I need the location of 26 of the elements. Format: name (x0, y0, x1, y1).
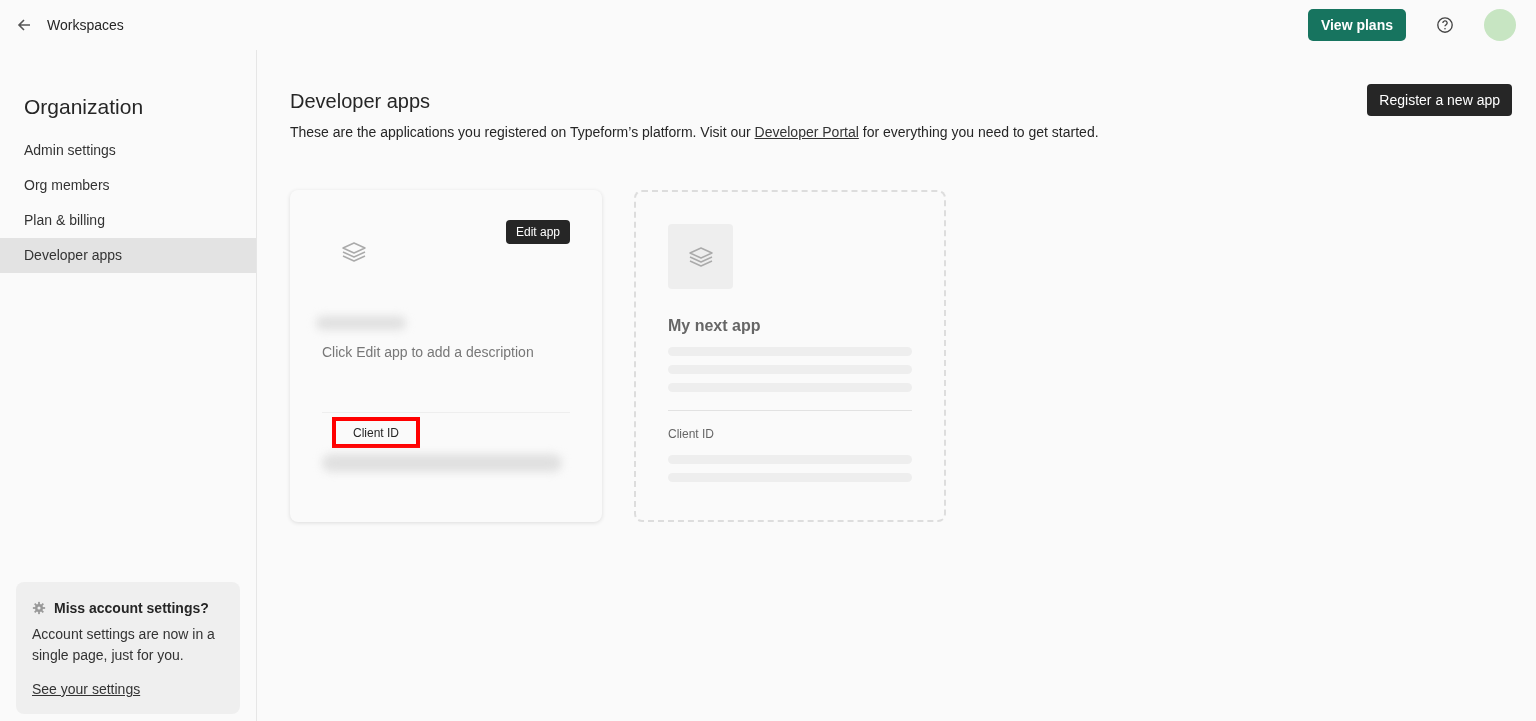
page-title: Developer apps (290, 89, 431, 113)
view-plans-button[interactable]: View plans (1307, 9, 1406, 41)
app-description: Click Edit app to add a description (322, 344, 535, 360)
sidebar-item[interactable]: Admin settings (0, 133, 256, 168)
layers-icon (340, 240, 368, 264)
help-icon[interactable] (1436, 16, 1454, 34)
sidebar-item[interactable]: Plan & billing (0, 203, 256, 238)
new-app-placeholder[interactable]: My next app Client ID (634, 190, 946, 522)
placeholder-app-name: My next app (668, 317, 762, 335)
client-id-label: Client ID (668, 427, 715, 441)
client-id-label: Client ID (332, 417, 420, 448)
developer-portal-link[interactable]: Developer Portal (754, 124, 859, 140)
edit-app-button[interactable]: Edit app (505, 220, 570, 244)
intro-text: These are the applications you registered on Typeform’s platform. Visit our Developer Portal for everything you need to get started. (290, 124, 1100, 140)
register-app-button[interactable]: Register a new app (1367, 84, 1512, 116)
app-card[interactable]: Edit app Click Edit app to add a description Client ID (290, 190, 602, 522)
notice-title: Miss account settings? (54, 600, 209, 616)
notice-text: Account settings are now in a single page, just for you. (32, 625, 216, 665)
settings-link[interactable]: See your settings (32, 681, 141, 697)
sidebar-title: Organization (24, 95, 145, 119)
back-arrow-icon[interactable] (16, 17, 32, 33)
layers-icon (686, 244, 715, 269)
back-link[interactable]: Workspaces (47, 17, 124, 33)
gear-icon (32, 601, 46, 615)
sidebar-item[interactable]: Developer apps (0, 238, 256, 273)
sidebar-item[interactable]: Org members (0, 168, 256, 203)
